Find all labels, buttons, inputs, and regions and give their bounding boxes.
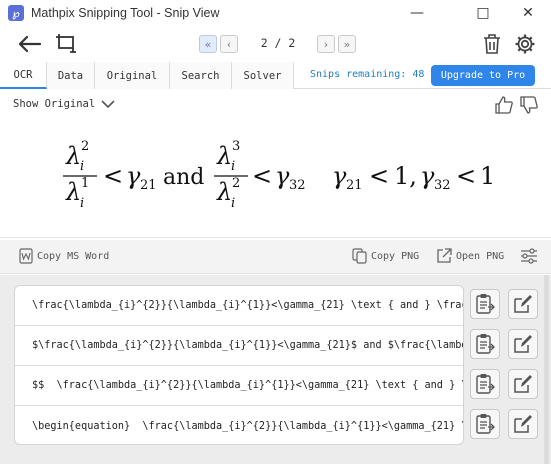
snips-remaining: Snips remaining: 48 [310, 69, 425, 80]
tab-ocr[interactable]: OCR [0, 62, 47, 89]
sub-32-a: 32 [289, 178, 306, 193]
equation-render: λ 2 i λ 1 i < γ 21 and λ 3 i λ 2 i < γ 3… [0, 118, 551, 238]
tab-bar: OCR Data Original Search Solver Snips re… [0, 62, 551, 89]
upgrade-button[interactable]: Upgrade to Pro [431, 65, 535, 86]
lambda-den-2: λ [216, 178, 232, 206]
tab-search[interactable]: Search [170, 62, 232, 89]
result-row-latex[interactable]: \frac{\lambda_{i}^{2}}{\lambda_{i}^{1}}<… [15, 286, 463, 326]
one-comma: 1, [394, 162, 417, 190]
less-than-1: < [103, 162, 123, 190]
gear-icon[interactable] [513, 32, 537, 56]
copy-icon [352, 248, 367, 264]
edit-pencil-icon[interactable] [508, 409, 538, 439]
sub-i-c: i [231, 159, 235, 174]
back-arrow-icon[interactable] [16, 32, 44, 56]
last-page-button[interactable]: » [338, 35, 356, 53]
sup-2-b: 2 [232, 176, 240, 191]
result-row-equation-env[interactable]: \begin{equation} \frac{\lambda_{i}^{2}}{… [15, 406, 463, 444]
sub-i-d: i [231, 196, 235, 211]
copy-clipboard-icon[interactable] [470, 369, 500, 399]
less-than-3: < [369, 162, 389, 190]
gamma-3: γ [332, 162, 347, 190]
tab-original[interactable]: Original [95, 62, 170, 89]
window-title: Mathpix Snipping Tool - Snip View [31, 6, 220, 20]
tab-solver[interactable]: Solver [232, 62, 294, 89]
page-counter: 2 / 2 [260, 36, 296, 50]
gamma-1: γ [126, 162, 141, 190]
copy-bar: Copy MS Word Copy PNG Open PNG [0, 240, 551, 274]
copy-clipboard-icon[interactable] [470, 289, 500, 319]
maximize-button[interactable]: □ [460, 0, 506, 26]
one-value: 1 [480, 162, 495, 190]
next-page-button[interactable]: › [317, 35, 335, 53]
chevron-down-icon [101, 100, 115, 109]
sub-i-b: i [80, 196, 84, 211]
mathpix-logo-icon: ℘ [8, 5, 24, 21]
copy-clipboard-icon[interactable] [470, 409, 500, 439]
edit-pencil-icon[interactable] [508, 289, 538, 319]
prev-page-button[interactable]: ‹ [220, 35, 238, 53]
copy-ms-word-label: Copy MS Word [37, 250, 110, 262]
sup-3: 3 [232, 139, 240, 154]
less-than-4: < [456, 162, 476, 190]
close-button[interactable]: ✕ [505, 0, 551, 26]
toolbar: « ‹ 2 / 2 › » [0, 26, 551, 62]
gamma-2: γ [275, 162, 290, 190]
edit-pencil-icon[interactable] [508, 329, 538, 359]
thumbs-down-icon[interactable] [519, 95, 539, 115]
copy-png-button[interactable]: Copy PNG [352, 248, 419, 264]
lambda-num-2: λ [216, 142, 232, 170]
sliders-icon[interactable] [519, 246, 539, 266]
scrollbar[interactable] [544, 275, 549, 464]
copy-png-label: Copy PNG [371, 250, 420, 262]
show-original-toggle[interactable]: Show Original [13, 98, 115, 110]
trash-icon[interactable] [481, 32, 503, 56]
open-png-label: Open PNG [456, 250, 505, 262]
result-row-inline-math[interactable]: $\frac{\lambda_{i}^{2}}{\lambda_{i}^{1}}… [15, 326, 463, 366]
crop-capture-icon[interactable] [52, 32, 78, 56]
result-row-display-math[interactable]: $$ \frac{\lambda_{i}^{2}}{\lambda_{i}^{1… [15, 366, 463, 406]
copy-clipboard-icon[interactable] [470, 329, 500, 359]
sub-21-b: 21 [346, 178, 363, 193]
external-link-icon [437, 248, 452, 263]
open-png-button[interactable]: Open PNG [436, 248, 504, 264]
minimize-button[interactable]: — [394, 0, 440, 26]
thumbs-up-icon[interactable] [494, 95, 514, 115]
tab-data[interactable]: Data [47, 62, 95, 89]
sub-i-a: i [80, 159, 84, 174]
lambda-den-1: λ [65, 178, 81, 206]
sup-1-a: 1 [81, 176, 89, 191]
sup-2-a: 2 [81, 139, 89, 154]
title-bar: ℘ Mathpix Snipping Tool - Snip View — □ … [0, 0, 551, 26]
gamma-4: γ [420, 162, 435, 190]
and-text: and [163, 165, 204, 190]
lambda-num-1: λ [65, 142, 81, 170]
copy-ms-word-button[interactable]: Copy MS Word [19, 248, 109, 264]
word-doc-icon [19, 248, 33, 264]
results-list: \frac{\lambda_{i}^{2}}{\lambda_{i}^{1}}<… [14, 285, 464, 445]
show-original-label: Show Original [13, 98, 96, 110]
less-than-2: < [252, 162, 272, 190]
results-panel: \frac{\lambda_{i}^{2}}{\lambda_{i}^{1}}<… [0, 275, 551, 464]
sub-32-b: 32 [434, 178, 451, 193]
first-page-button[interactable]: « [199, 35, 217, 53]
edit-pencil-icon[interactable] [508, 369, 538, 399]
sub-21-a: 21 [140, 178, 157, 193]
